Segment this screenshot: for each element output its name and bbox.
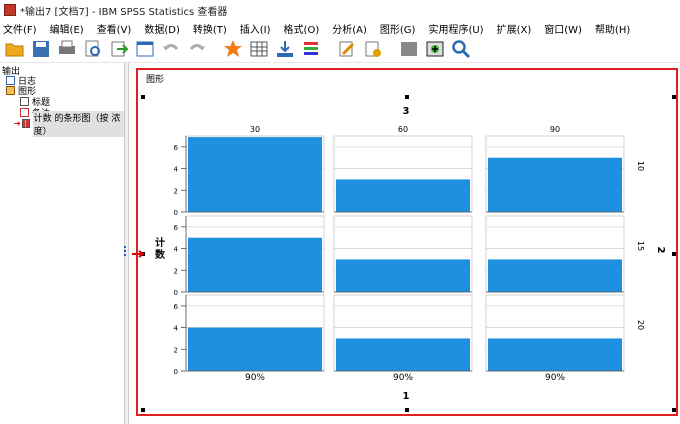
resize-handle-bottom[interactable] [405, 408, 409, 412]
x-tick-label: 90% [393, 373, 413, 383]
export-icon[interactable] [108, 38, 130, 60]
y-axis-label: 计 [155, 236, 165, 249]
bar [188, 137, 322, 212]
tree-item-label: 计数 的条形图（按 浓度） [32, 110, 124, 137]
menu-window[interactable]: 窗口(W) [544, 21, 582, 36]
resize-handle-bottom-left[interactable] [141, 408, 145, 412]
y-tick-label: 2 [174, 187, 178, 195]
print-icon[interactable] [56, 38, 78, 60]
menu-graphs[interactable]: 图形(G) [380, 21, 416, 36]
save-icon[interactable] [30, 38, 52, 60]
bar [488, 338, 622, 371]
tree-item-bar-chart[interactable]: ➔ 计数 的条形图（按 浓度） [14, 110, 124, 137]
menu-bar: 文件(F) 编辑(E) 查看(V) 数据(D) 转换(T) 插入(I) 格式(O… [0, 20, 680, 36]
bar [188, 327, 322, 371]
redo-icon[interactable] [186, 38, 208, 60]
y-tick-label: 0 [174, 209, 178, 217]
star-icon[interactable] [222, 38, 244, 60]
edit-icon[interactable] [336, 38, 358, 60]
y-tick-label: 4 [174, 166, 179, 174]
y-tick-label: 6 [174, 224, 179, 232]
column-header: 90 [550, 125, 560, 134]
selection-arrow-icon: ➔ [14, 119, 21, 128]
bar [188, 237, 322, 292]
y-tick-label: 0 [174, 289, 178, 297]
bar [488, 157, 622, 212]
toolbar [0, 36, 680, 63]
column-header: 60 [398, 125, 408, 134]
x-panel-title: 1 [403, 391, 410, 402]
menu-insert[interactable]: 插入(I) [240, 21, 271, 36]
menu-file[interactable]: 文件(F) [3, 21, 37, 36]
row-header: 15 [636, 241, 645, 251]
y-tick-label: 2 [174, 267, 178, 275]
menu-data[interactable]: 数据(D) [144, 21, 180, 36]
bar [336, 179, 470, 212]
bar-chart-icon [21, 119, 30, 128]
menu-view[interactable]: 查看(V) [97, 21, 132, 36]
print-preview-icon[interactable] [82, 38, 104, 60]
insert-object-icon[interactable] [424, 38, 446, 60]
menu-transform[interactable]: 转换(T) [193, 21, 227, 36]
notes-icon [20, 108, 29, 117]
recall-dialog-icon[interactable] [134, 38, 156, 60]
y-tick-label: 0 [174, 368, 178, 376]
x-tick-label: 90% [545, 373, 565, 383]
menu-edit[interactable]: 编辑(E) [50, 21, 84, 36]
syntax-icon[interactable] [362, 38, 384, 60]
menu-help[interactable]: 帮助(H) [595, 21, 630, 36]
pane-splitter[interactable] [125, 63, 129, 424]
search-icon[interactable] [450, 38, 472, 60]
row-header: 10 [636, 161, 645, 171]
y-tick-label: 2 [174, 346, 178, 354]
x-tick-label: 90% [245, 373, 265, 383]
y-tick-label: 4 [174, 325, 179, 333]
book-icon [6, 86, 15, 95]
column-panel-title: 3 [403, 106, 410, 117]
window-title: *输出7 [文档7] - IBM SPSS Statistics 查看器 [20, 6, 228, 18]
row-header: 20 [636, 320, 645, 330]
bar [336, 338, 470, 371]
output-navigator: 输出 日志 图形 标题 备注 ➔ 计数 的条形图（按 浓度） [0, 63, 125, 424]
open-folder-icon[interactable] [4, 38, 26, 60]
bar [336, 259, 470, 292]
y-tick-label: 4 [174, 246, 179, 254]
hide-icon[interactable] [398, 38, 420, 60]
go-to-data-icon[interactable] [248, 38, 270, 60]
insert-variable-icon[interactable] [274, 38, 296, 60]
resize-handle-bottom-right[interactable] [672, 408, 676, 412]
row-panel-title: 2 [655, 247, 666, 254]
y-tick-label: 6 [174, 303, 179, 311]
undo-icon[interactable] [160, 38, 182, 60]
designate-window-icon[interactable] [300, 38, 322, 60]
column-header: 30 [250, 125, 260, 134]
bar [488, 259, 622, 292]
pane-edge-marker [124, 246, 126, 256]
y-tick-label: 6 [174, 144, 179, 152]
menu-utilities[interactable]: 实用程序(U) [428, 21, 483, 36]
title-icon [20, 97, 29, 106]
menu-extensions[interactable]: 扩展(X) [497, 21, 532, 36]
spss-app-icon [4, 4, 16, 16]
y-axis-label: 数 [155, 248, 166, 261]
log-icon [6, 76, 15, 85]
menu-analyze[interactable]: 分析(A) [332, 21, 367, 36]
paneled-bar-chart[interactable]: 3 30 60 90 2 计数 10 0 2 4 6 15 0 2 4 6 20 0 2 4 6 90% 90% 90% 1 [138, 92, 676, 408]
title-bar: *输出7 [文档7] - IBM SPSS Statistics 查看器 [0, 0, 680, 20]
menu-format[interactable]: 格式(O) [284, 21, 320, 36]
